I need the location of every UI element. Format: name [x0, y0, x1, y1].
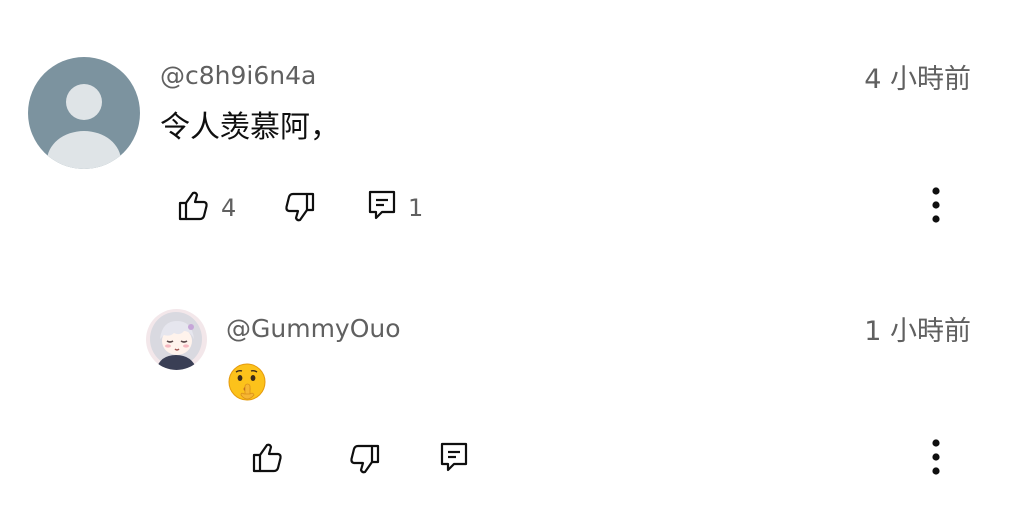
- shushing-face-emoji: [228, 363, 266, 401]
- comment-thread: @c8h9i6n4a 4 小時前 令人羡慕阿， 4 1: [0, 0, 1024, 260]
- avatar[interactable]: [28, 57, 140, 169]
- reply-timestamp: 1 小時前: [864, 316, 971, 347]
- more-options-button[interactable]: [926, 438, 946, 478]
- dislike-button[interactable]: [348, 442, 382, 476]
- comment-text: 令人羡慕阿，: [160, 110, 340, 145]
- thumbs-up-icon: [178, 191, 208, 221]
- reply-author-handle[interactable]: @GummyOuo: [226, 316, 401, 341]
- reply-icon: [440, 442, 468, 472]
- thumbs-down-icon: [350, 444, 380, 474]
- reply-icon: [368, 190, 396, 220]
- reply-text: 🤫: [226, 362, 268, 404]
- reply-button[interactable]: [366, 188, 398, 222]
- comment-timestamp: 4 小時前: [864, 64, 971, 95]
- more-vertical-icon: [932, 439, 940, 475]
- like-count: 4: [221, 194, 237, 222]
- default-user-avatar-icon: [47, 84, 121, 169]
- anime-girl-avatar-icon: [150, 312, 202, 370]
- comment-author-handle[interactable]: @c8h9i6n4a: [160, 63, 316, 88]
- reply-count: 1: [408, 194, 424, 222]
- avatar[interactable]: [146, 309, 207, 370]
- like-button[interactable]: [176, 189, 210, 223]
- like-button[interactable]: [250, 441, 284, 475]
- reply-comment: @GummyOuo 1 小時前 🤫: [0, 260, 1024, 513]
- reply-button[interactable]: [438, 440, 470, 474]
- more-options-button[interactable]: [926, 186, 946, 226]
- thumbs-down-icon: [285, 192, 315, 222]
- more-vertical-icon: [932, 187, 940, 223]
- thumbs-up-icon: [252, 443, 282, 473]
- dislike-button[interactable]: [283, 190, 317, 224]
